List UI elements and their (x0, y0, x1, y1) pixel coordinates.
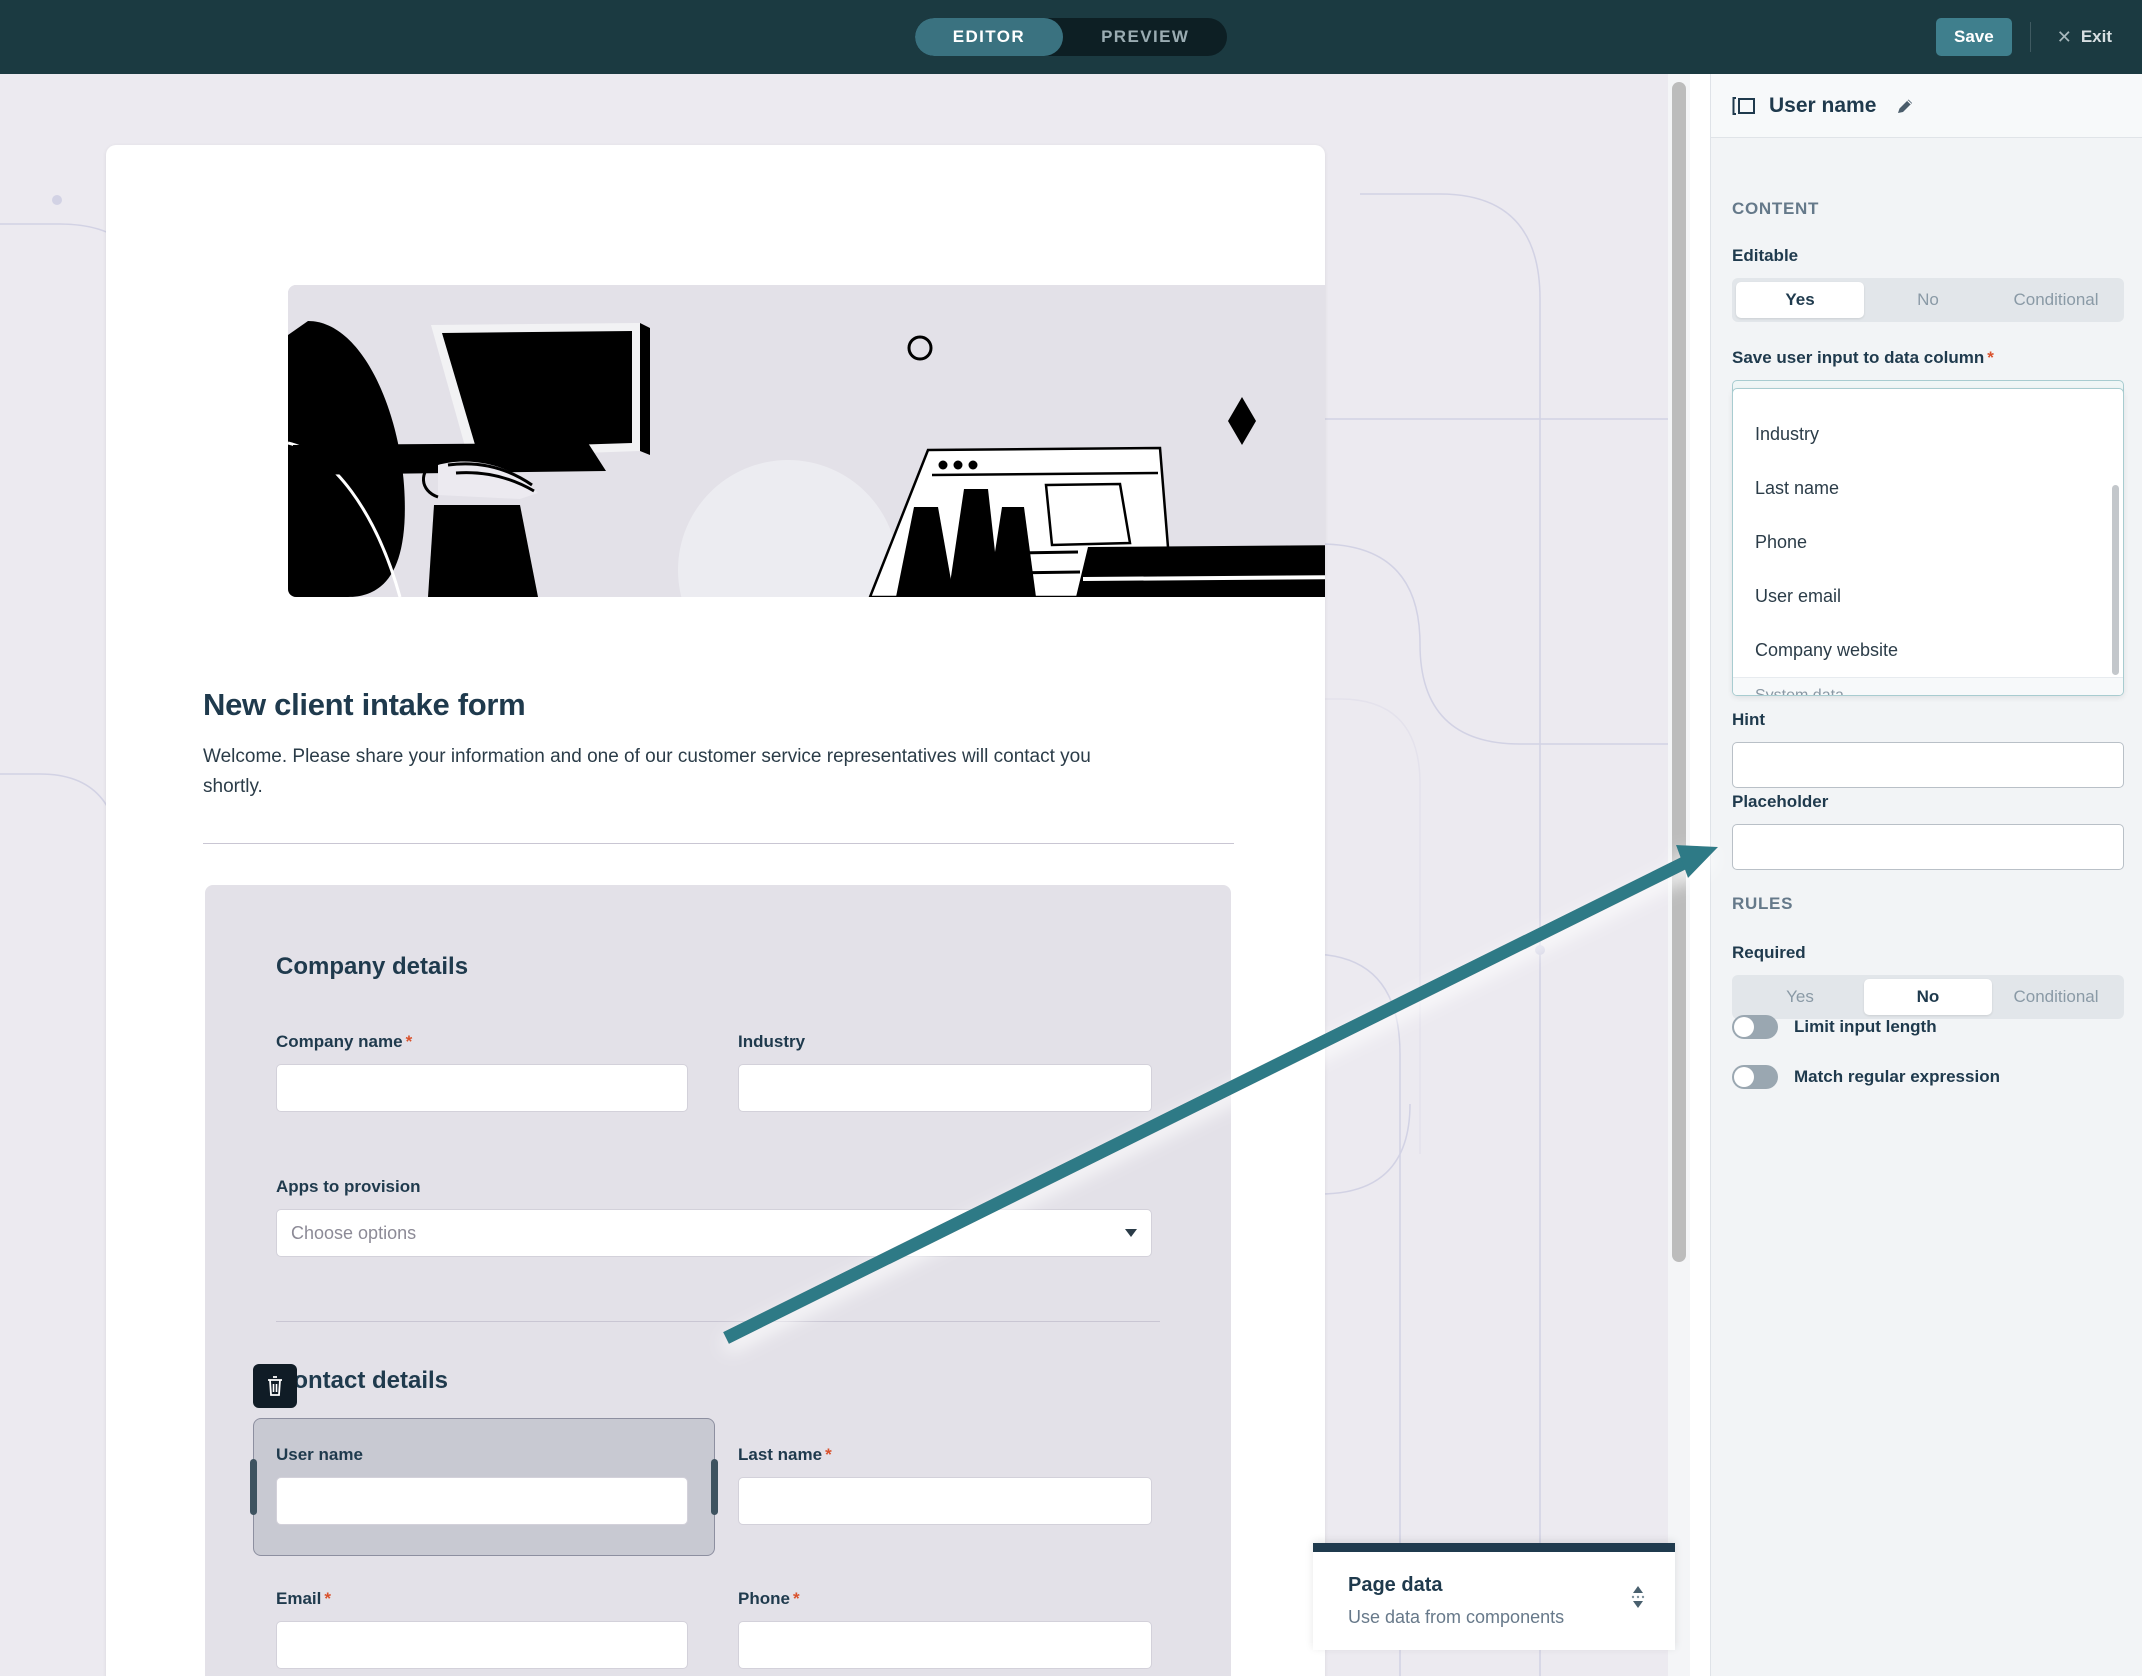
dropdown-option-last-name[interactable]: Last name (1733, 461, 2123, 515)
required-marker: * (324, 1589, 331, 1608)
section-divider (276, 1321, 1160, 1322)
required-segmented-control[interactable]: Yes No Conditional (1732, 975, 2124, 1019)
field-label-email: Email * (276, 1589, 331, 1608)
toolbar-divider (2029, 22, 2031, 52)
inspector-header: User name (1711, 74, 2142, 138)
inspector-panel[interactable]: User name CONTENT Editable Yes No Condit… (1710, 74, 2142, 1676)
field-select-apps-to-provision[interactable]: Choose options (276, 1209, 1152, 1257)
hero-illustration (288, 285, 1325, 597)
field-input-company-name[interactable] (276, 1064, 688, 1112)
editable-option-no[interactable]: No (1864, 282, 1992, 318)
required-label: Required (1732, 943, 1806, 962)
field-input-phone[interactable] (738, 1621, 1152, 1669)
delete-component-button[interactable] (253, 1364, 297, 1408)
dropdown-group-heading-system-data: System data (1733, 677, 2123, 695)
required-marker: * (825, 1445, 832, 1464)
inspector-section-content: CONTENT (1732, 199, 1820, 218)
pencil-edit-icon[interactable] (1895, 96, 1915, 116)
tab-preview[interactable]: PREVIEW (1063, 18, 1227, 56)
placeholder-label: Placeholder (1732, 792, 1829, 811)
hint-label: Hint (1732, 710, 1766, 729)
page-data-panel[interactable]: Page data Use data from components (1313, 1543, 1675, 1650)
canvas-scrollbar-thumb[interactable] (1672, 82, 1686, 1262)
page-data-subtitle: Use data from components (1348, 1607, 1565, 1627)
editable-option-conditional[interactable]: Conditional (1992, 282, 2120, 318)
match-regex-toggle[interactable] (1732, 1065, 1778, 1089)
data-column-label: Save user input to data column * (1732, 348, 1994, 367)
apps-placeholder-text: Choose options (291, 1222, 417, 1243)
page-data-title: Page data (1348, 1574, 1443, 1596)
section-heading-company-details: Company details (276, 953, 469, 980)
field-label-user-name: User name (276, 1445, 363, 1464)
form-canvas[interactable]: New client intake form Welcome. Please s… (0, 74, 1690, 1676)
dropdown-scrollbar-thumb[interactable] (2112, 485, 2119, 675)
inspector-section-rules: RULES (1732, 894, 1794, 913)
page-description: Welcome. Please share your information a… (203, 746, 1091, 797)
exit-label: Exit (2080, 27, 2112, 46)
field-input-user-name[interactable] (276, 1477, 688, 1525)
required-marker: * (1987, 348, 1994, 367)
required-marker: * (792, 1589, 800, 1608)
chevron-down-icon (1125, 1229, 1137, 1237)
inspector-component-name: User name (1769, 93, 1877, 117)
top-bar: EDITOR PREVIEW Save ✕ Exit (0, 0, 2142, 74)
field-input-industry[interactable] (738, 1064, 1152, 1112)
field-label-last-name: Last name * (738, 1445, 832, 1464)
section-heading-contact-details: Contact details (276, 1367, 449, 1394)
tab-editor[interactable]: EDITOR (914, 18, 1064, 56)
toggle-knob (1734, 1017, 1754, 1037)
editable-option-yes[interactable]: Yes (1736, 282, 1864, 318)
dropdown-option-company-website[interactable]: Company website (1733, 623, 2123, 677)
limit-input-length-row[interactable]: Limit input length (1732, 1015, 1937, 1039)
required-option-conditional[interactable]: Conditional (1992, 979, 2120, 1015)
required-option-no[interactable]: No (1864, 979, 1992, 1015)
limit-input-length-toggle[interactable] (1732, 1015, 1778, 1039)
dropdown-option-phone[interactable]: Phone (1733, 515, 2123, 569)
required-marker: * (405, 1032, 413, 1051)
data-column-dropdown[interactable]: Industry Last name Phone User email Comp… (1732, 388, 2124, 696)
top-bar-actions: Save ✕ Exit (1936, 0, 2120, 74)
limit-input-length-label: Limit input length (1794, 1017, 1937, 1036)
dropdown-option-industry[interactable]: Industry (1733, 407, 2123, 461)
field-label-industry: Industry (738, 1032, 806, 1051)
field-label-company-name: Company name * (276, 1032, 413, 1051)
title-divider (203, 843, 1234, 844)
field-input-last-name[interactable] (738, 1477, 1152, 1525)
drag-handle-icon[interactable] (1627, 1584, 1649, 1615)
toggle-knob (1734, 1067, 1754, 1087)
close-x-icon: ✕ (2056, 26, 2072, 47)
match-regex-label: Match regular expression (1794, 1067, 2000, 1086)
save-button[interactable]: Save (1936, 18, 2012, 56)
trash-icon (268, 1376, 282, 1396)
exit-button[interactable]: ✕ Exit (2049, 21, 2120, 54)
field-label-apps-to-provision: Apps to provision (276, 1177, 421, 1196)
page-title: New client intake form (203, 687, 526, 722)
mode-switcher[interactable]: EDITOR PREVIEW (914, 18, 1228, 56)
required-option-yes[interactable]: Yes (1736, 979, 1864, 1015)
canvas-scrollbar[interactable] (1668, 74, 1690, 1676)
match-regex-row[interactable]: Match regular expression (1732, 1065, 2000, 1089)
editable-label: Editable (1732, 246, 1799, 265)
dropdown-scroll-area[interactable]: Industry Last name Phone User email Comp… (1733, 407, 2123, 695)
form-section-card (205, 885, 1231, 1676)
resize-handle-left[interactable] (250, 1459, 257, 1515)
hint-input[interactable] (1732, 742, 2124, 788)
field-label-phone: Phone * (738, 1589, 800, 1608)
field-input-email[interactable] (276, 1621, 688, 1669)
editable-segmented-control[interactable]: Yes No Conditional (1732, 278, 2124, 322)
text-input-field-icon (1732, 96, 1755, 115)
placeholder-input[interactable] (1732, 824, 2124, 870)
dropdown-option-user-email[interactable]: User email (1733, 569, 2123, 623)
resize-handle-right[interactable] (711, 1459, 718, 1515)
